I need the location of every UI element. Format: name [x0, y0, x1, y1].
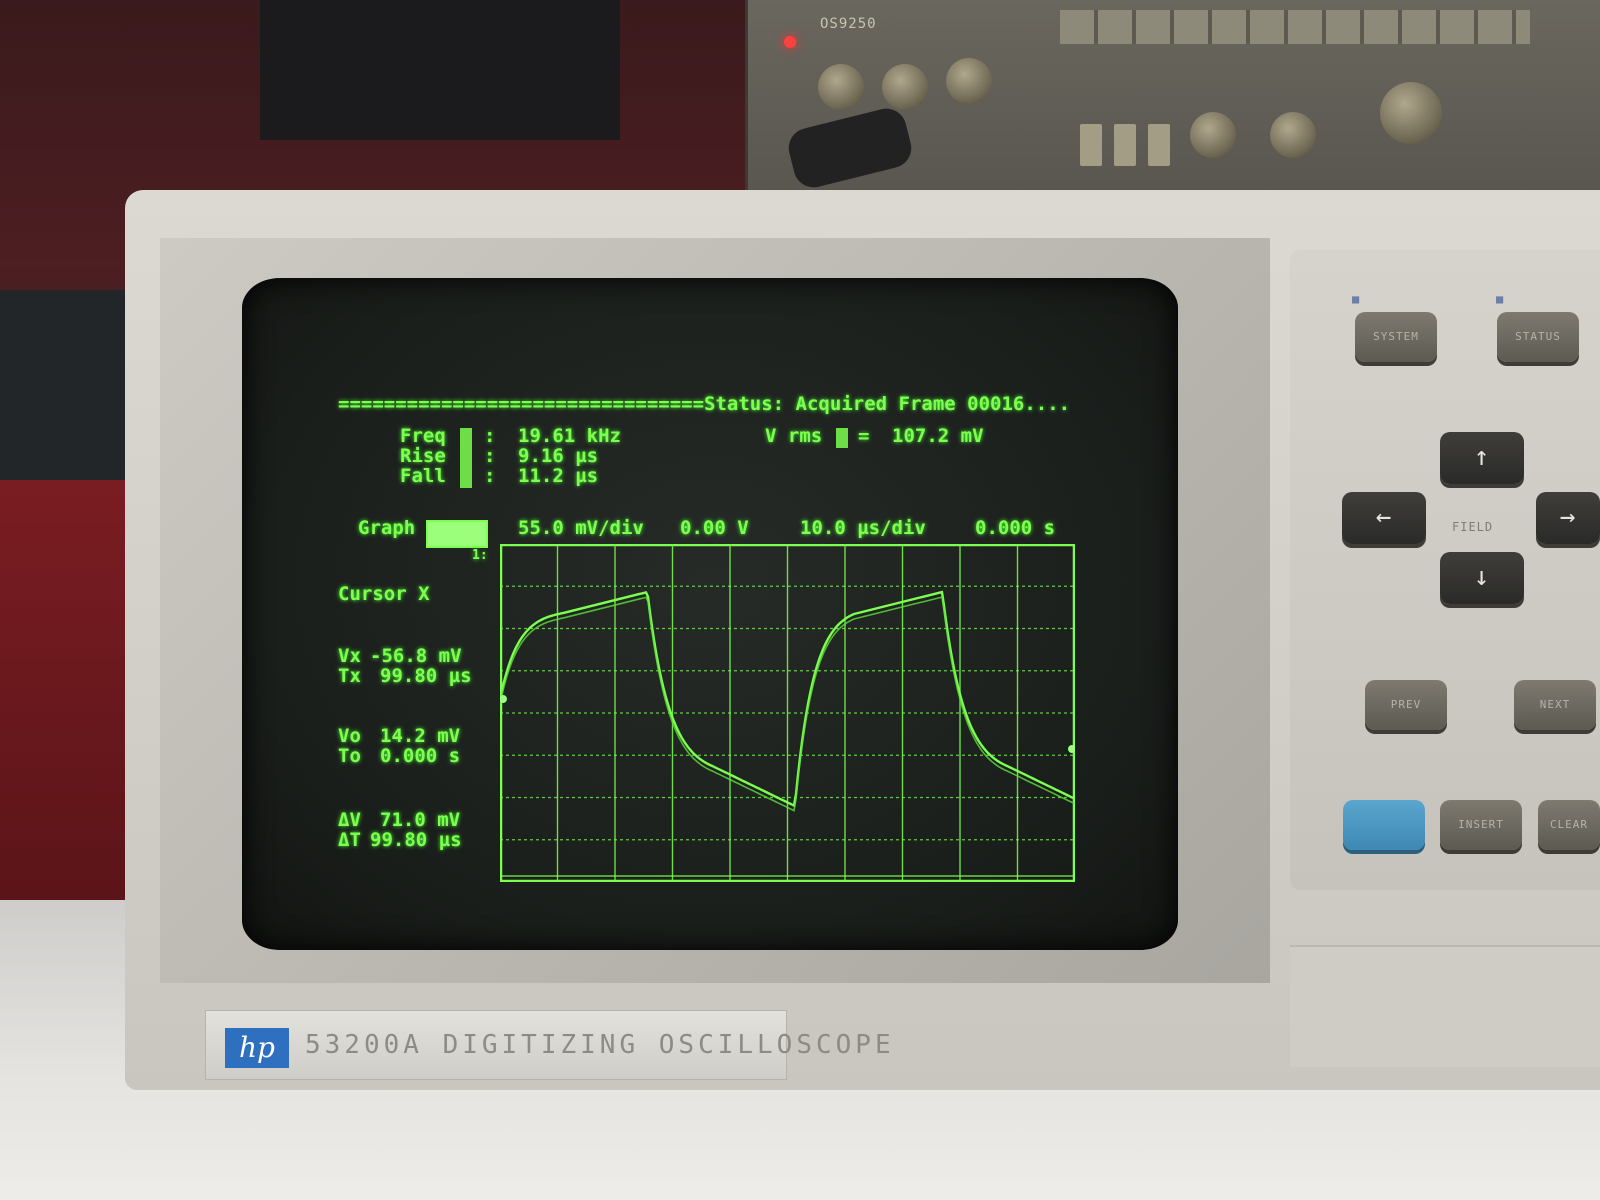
- rear-button-strip: [1060, 10, 1530, 44]
- status-button[interactable]: STATUS: [1497, 312, 1579, 362]
- channel-marker: 1:: [472, 548, 488, 563]
- measure-value-freq: 19.61 kHz: [518, 425, 621, 447]
- measure-value-fall: 11.2 µs: [518, 465, 599, 487]
- insert-button[interactable]: INSERT: [1440, 800, 1522, 850]
- power-led-icon: [784, 36, 796, 48]
- rear-instrument-label: OS9250: [820, 16, 877, 32]
- prev-button[interactable]: PREV: [1365, 680, 1447, 730]
- waveform-graticule: [498, 543, 1076, 883]
- hp-logo-icon: hp: [225, 1028, 289, 1068]
- status-line: ================================Status: …: [338, 393, 1071, 415]
- clear-button[interactable]: CLEAR: [1538, 800, 1600, 850]
- measure-label-fall: Fall: [400, 465, 446, 487]
- delta-v: 71.0 mV: [380, 809, 461, 831]
- vrms-select-block[interactable]: [836, 428, 848, 448]
- rear-knob-5[interactable]: [1270, 112, 1316, 158]
- delta-v-label: ΔV: [338, 809, 361, 831]
- measure-label-rise: Rise: [400, 445, 446, 467]
- next-button[interactable]: NEXT: [1514, 680, 1596, 730]
- rear-knob-3[interactable]: [946, 58, 992, 104]
- vrms-value: 107.2 mV: [892, 425, 984, 447]
- cursor-x-t-label: Tx: [338, 665, 361, 687]
- offset-value: 0.00 V: [680, 517, 749, 539]
- panel-lower-section: [1290, 945, 1600, 1067]
- rear-knob-2[interactable]: [882, 64, 928, 110]
- cursor-x-t: 99.80 µs: [380, 665, 472, 687]
- cursor-o-marker: [499, 695, 507, 703]
- cursor-o-t: 0.000 s: [380, 745, 461, 767]
- arrow-left-button[interactable]: ←: [1342, 492, 1426, 544]
- rear-switch-3[interactable]: [1148, 124, 1170, 166]
- vrms-label: V rms: [765, 425, 823, 447]
- status-text: Status: Acquired Frame 00016: [704, 393, 1025, 415]
- system-button[interactable]: SYSTEM: [1355, 312, 1437, 362]
- field-label: FIELD: [1452, 520, 1494, 534]
- rear-knob-1[interactable]: [818, 64, 864, 110]
- delta-t-label: ΔT: [338, 829, 361, 851]
- shift-button[interactable]: [1343, 800, 1425, 850]
- background-strap: [260, 0, 620, 140]
- cursor-o-v-label: Vo: [338, 725, 361, 747]
- measure-select-block[interactable]: [460, 428, 472, 488]
- rear-switch-2[interactable]: [1114, 124, 1136, 166]
- time-per-div: 10.0 µs/div: [800, 517, 926, 539]
- cursor-x-v: -56.8 mV: [370, 645, 462, 667]
- model-name: 53200A DIGITIZING OSCILLOSCOPE: [305, 1030, 895, 1060]
- delta-t: 99.80 µs: [370, 829, 462, 851]
- rear-knob-4[interactable]: [1190, 112, 1236, 158]
- cursor-o-t-label: To: [338, 745, 361, 767]
- volts-per-div: 55.0 mV/div: [518, 517, 644, 539]
- graph-label: Graph: [358, 517, 416, 539]
- arrow-up-button[interactable]: ↑: [1440, 432, 1524, 484]
- cursor-x-marker: [1068, 745, 1076, 753]
- cursor-title: Cursor X: [338, 583, 430, 605]
- cursor-o-v: 14.2 mV: [380, 725, 461, 747]
- graticule-grid: [499, 543, 1076, 883]
- rear-large-knob[interactable]: [1380, 82, 1442, 144]
- rear-switch-1[interactable]: [1080, 124, 1102, 166]
- measure-value-rise: 9.16 µs: [518, 445, 599, 467]
- delay-value: 0.000 s: [975, 517, 1056, 539]
- arrow-down-button[interactable]: ↓: [1440, 552, 1524, 604]
- arrow-right-button[interactable]: →: [1536, 492, 1600, 544]
- cursor-x-v-label: Vx: [338, 645, 361, 667]
- measure-label-freq: Freq: [400, 425, 446, 447]
- graph-select-box[interactable]: [426, 520, 488, 548]
